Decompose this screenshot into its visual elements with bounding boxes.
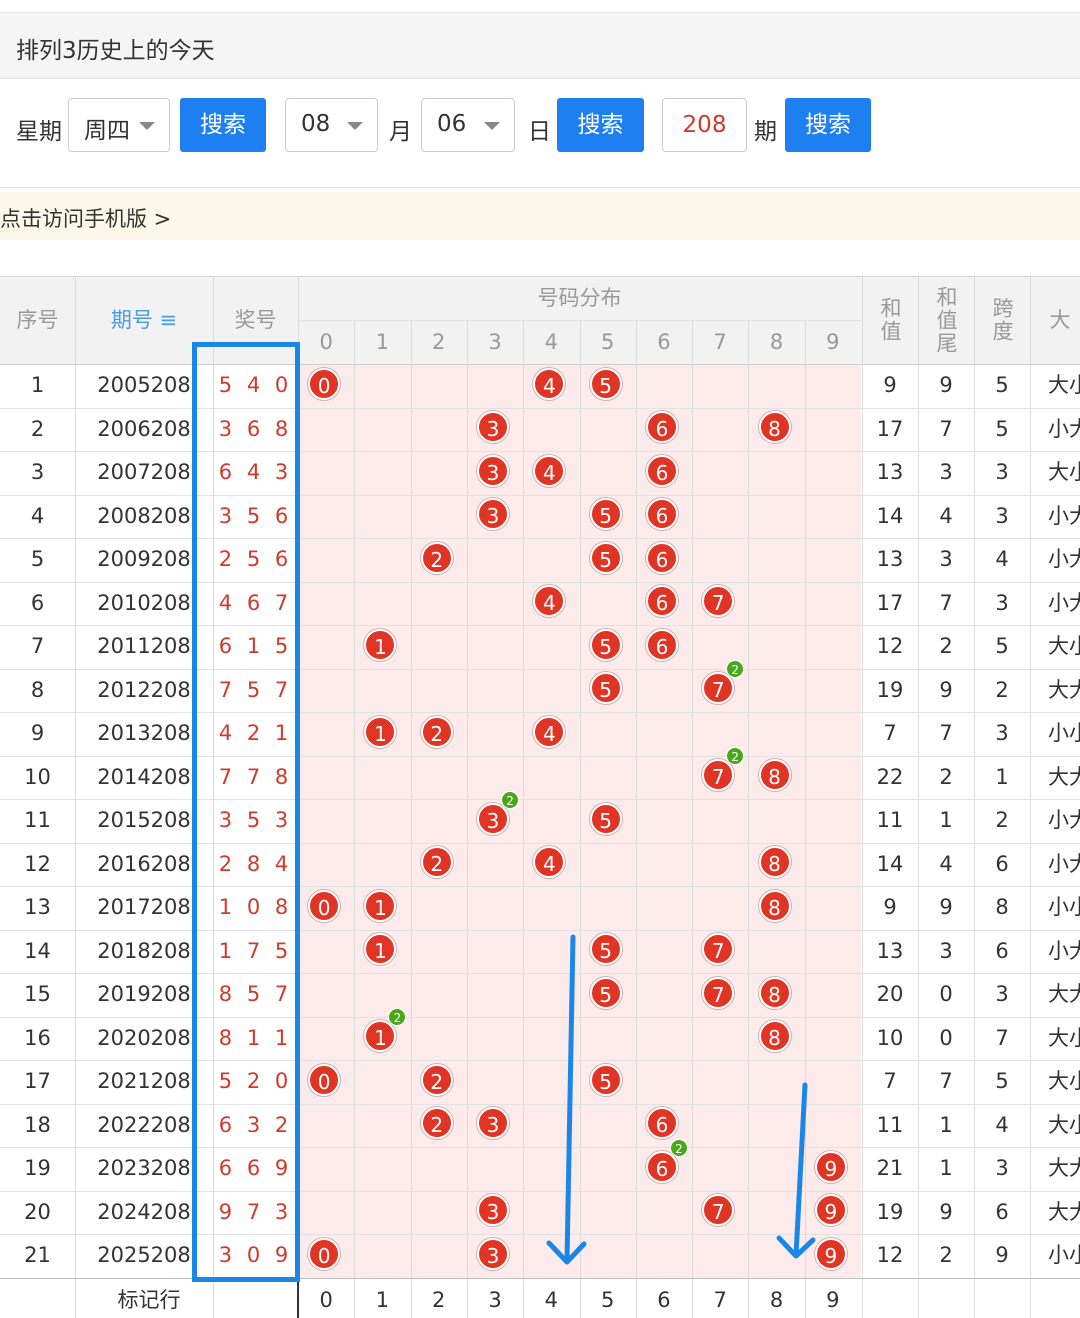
annotation-arrows xyxy=(546,934,816,1265)
down-arrow-icon xyxy=(546,934,587,1265)
down-arrow-icon xyxy=(776,1082,816,1259)
